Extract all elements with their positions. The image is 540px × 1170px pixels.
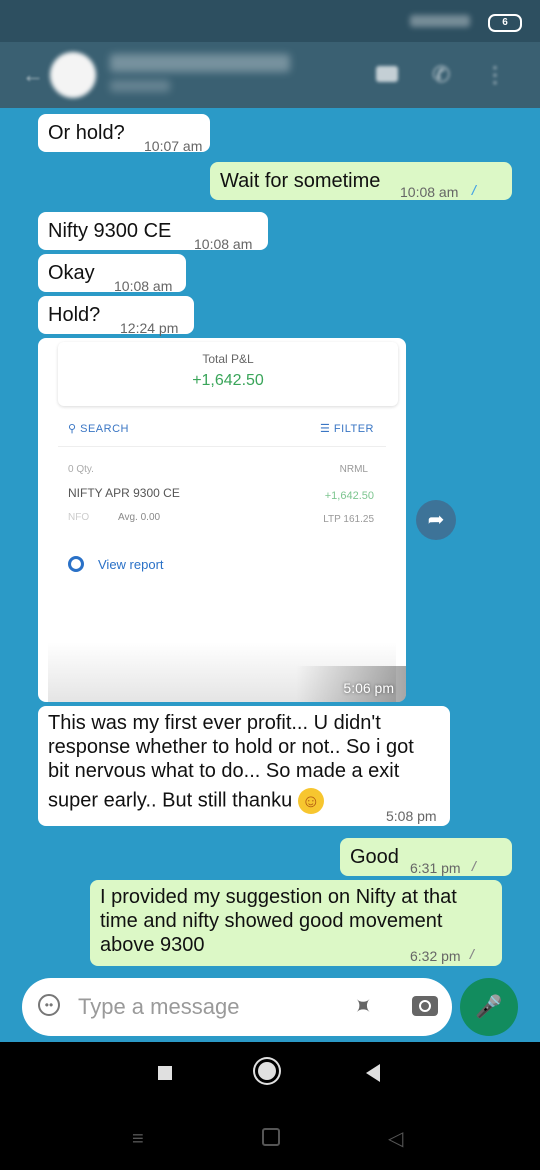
- search-label: ⚲ SEARCH: [68, 423, 129, 435]
- message-text-line: This was my first ever profit... U didn'…: [48, 712, 381, 734]
- message-text-line: super early.. But still thanku ☺: [48, 788, 324, 814]
- more-icon[interactable]: ⋮: [484, 62, 506, 87]
- chat-header: ← ✆ ⋮: [0, 42, 540, 108]
- signal-icons: [410, 15, 470, 27]
- message-list[interactable]: Or hold? 10:07 am Wait for sometime 10:0…: [0, 108, 540, 1042]
- message-text: Good: [350, 846, 399, 868]
- nav-home-icon[interactable]: [258, 1062, 276, 1080]
- message-bubble-incoming[interactable]: This was my first ever profit... U didn'…: [38, 706, 450, 826]
- smiling-emoji-icon: ☺: [297, 788, 324, 814]
- position-pnl: +1,642.50: [324, 490, 374, 502]
- mic-icon[interactable]: 🎤: [460, 978, 518, 1036]
- filter-label: ☰ FILTER: [319, 423, 374, 435]
- system-nav-bar: ≡ ◁: [0, 1042, 540, 1170]
- nav-square-icon[interactable]: [158, 1066, 172, 1080]
- message-text-line: response whether to hold or not.. So i g…: [48, 736, 414, 758]
- message-time: 6:32 pm: [410, 948, 461, 964]
- pnl-screenshot: Total P&L +1,642.50 ⚲ SEARCH ☰ FILTER 0 …: [48, 338, 396, 702]
- emoji-icon[interactable]: ••: [38, 994, 60, 1016]
- message-text: Hold?: [48, 304, 101, 326]
- message-time: 10:08 am: [400, 184, 459, 200]
- forward-icon[interactable]: ➦: [416, 500, 456, 540]
- contact-name-redacted[interactable]: [110, 54, 290, 72]
- message-bubble-incoming[interactable]: Hold? 12:24 pm: [38, 296, 194, 336]
- message-time: 10:08 am: [194, 236, 253, 252]
- message-bubble-outgoing[interactable]: Wait for sometime 10:08 am //: [210, 162, 512, 200]
- filter-icon: ☰: [319, 423, 331, 435]
- total-pnl-value: +1,642.50: [192, 372, 264, 389]
- nav-back-icon[interactable]: [366, 1064, 380, 1082]
- contact-status-redacted: [110, 80, 170, 92]
- view-report-link: View report: [98, 557, 164, 572]
- position-qty: 0 Qty.: [68, 464, 94, 475]
- total-pnl-label: Total P&L: [202, 352, 254, 366]
- message-bubble-outgoing[interactable]: Good 6:31 pm //: [340, 838, 512, 876]
- message-text: Or hold?: [48, 122, 125, 144]
- contact-avatar[interactable]: [50, 52, 96, 98]
- pnl-summary-card: Total P&L +1,642.50: [58, 342, 398, 406]
- nav-back-outline-icon[interactable]: ◁: [388, 1126, 403, 1151]
- message-text-line: above 9300: [100, 934, 205, 956]
- message-composer[interactable]: •• Type a message ✦: [22, 978, 452, 1036]
- message-text: Okay: [48, 262, 95, 284]
- message-time: 10:08 am: [114, 278, 173, 294]
- message-bubble-incoming[interactable]: Or hold? 10:07 am: [38, 114, 210, 154]
- message-time: 5:08 pm: [386, 808, 437, 824]
- message-bubble-outgoing[interactable]: I provided my suggestion on Nifty at tha…: [90, 880, 502, 966]
- back-icon[interactable]: ←: [22, 62, 44, 88]
- position-avg: Avg. 0.00: [118, 512, 161, 523]
- nav-home-outline-icon[interactable]: [262, 1128, 280, 1146]
- position-exchange: NFO: [68, 512, 90, 523]
- attach-icon[interactable]: ✦: [347, 989, 382, 1024]
- status-bar: 6: [0, 0, 540, 42]
- message-text: Wait for sometime: [220, 170, 381, 192]
- message-input[interactable]: Type a message: [78, 994, 239, 1020]
- message-text-line: time and nifty showed good movement: [100, 910, 443, 932]
- message-time: 6:31 pm: [410, 860, 461, 876]
- video-call-icon[interactable]: [376, 66, 398, 82]
- position-product: NRML: [339, 464, 368, 475]
- divider: [58, 446, 386, 447]
- position-instrument: NIFTY APR 9300 CE: [68, 486, 180, 500]
- message-time: 12:24 pm: [120, 320, 179, 336]
- message-text-line: I provided my suggestion on Nifty at tha…: [100, 886, 457, 908]
- message-text-line: bit nervous what to do... So made a exit: [48, 760, 400, 782]
- position-ltp: LTP 161.25: [323, 514, 374, 525]
- voice-call-icon[interactable]: ✆: [432, 62, 454, 87]
- search-icon: ⚲: [68, 423, 77, 435]
- message-time: 10:07 am: [144, 138, 203, 154]
- image-message[interactable]: Total P&L +1,642.50 ⚲ SEARCH ☰ FILTER 0 …: [38, 338, 406, 702]
- report-icon: [68, 556, 84, 572]
- camera-icon[interactable]: [412, 996, 438, 1016]
- message-bubble-incoming[interactable]: Okay 10:08 am: [38, 254, 186, 294]
- message-time: 5:06 pm: [343, 680, 394, 696]
- message-text: Nifty 9300 CE: [48, 220, 172, 242]
- battery-icon: 6: [488, 14, 522, 32]
- nav-menu-icon[interactable]: ≡: [132, 1128, 144, 1151]
- message-bubble-incoming[interactable]: Nifty 9300 CE 10:08 am: [38, 212, 268, 252]
